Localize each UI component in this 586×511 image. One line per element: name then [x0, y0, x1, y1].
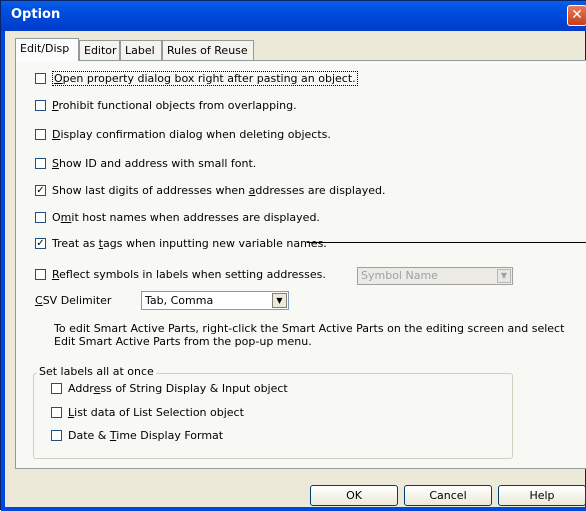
- option-label: Address of String Display & Input object: [68, 381, 288, 395]
- tab-label: Edit/Disp: [20, 42, 70, 55]
- close-icon[interactable]: ✕: [567, 5, 586, 26]
- tab-label: Rules of Reuse: [167, 44, 248, 57]
- window-frame-left: [1, 31, 5, 511]
- tab-label[interactable]: Label: [120, 40, 162, 60]
- option-label: Omit host names when addresses are displ…: [52, 210, 320, 224]
- group-option-address[interactable]: Address of String Display & Input object: [51, 380, 288, 396]
- title-bar[interactable]: Option ✕: [1, 1, 586, 31]
- ok-button[interactable]: OK: [310, 485, 398, 506]
- option-prohibit-overlap[interactable]: Prohibit functional objects from overlap…: [35, 97, 297, 113]
- csv-delimiter-select[interactable]: Tab, Comma ▼: [141, 291, 289, 310]
- select-value: Tab, Comma: [145, 294, 214, 307]
- callout-line: [307, 242, 586, 243]
- option-label: Show last digits of addresses when addre…: [52, 183, 386, 197]
- checkbox[interactable]: [51, 406, 62, 418]
- checkbox[interactable]: [35, 157, 46, 169]
- help-button[interactable]: Help: [498, 485, 586, 506]
- chevron-down-icon[interactable]: ▼: [272, 293, 287, 308]
- option-label: Open property dialog box right after pas…: [52, 70, 358, 86]
- tab-editor[interactable]: Editor: [79, 40, 120, 60]
- checkbox[interactable]: [35, 128, 46, 140]
- checkbox[interactable]: [35, 211, 46, 223]
- info-text: To edit Smart Active Parts, right-click …: [54, 322, 574, 348]
- option-label: Treat as tags when inputting new variabl…: [52, 236, 327, 250]
- option-label: Display confirmation dialog when deletin…: [52, 127, 331, 141]
- option-open-property-dialog[interactable]: Open property dialog box right after pas…: [35, 70, 358, 86]
- option-show-last-digits[interactable]: ✓ Show last digits of addresses when add…: [35, 182, 385, 198]
- tab-label-text: Label: [125, 44, 155, 57]
- csv-delimiter-label: CSV Delimiter: [35, 294, 112, 307]
- option-reflect-symbols[interactable]: Reflect symbols in labels when setting a…: [35, 266, 326, 282]
- window-title: Option: [11, 7, 61, 22]
- option-dialog: Option ✕ Edit/Disp Editor Label Rules of…: [0, 0, 586, 511]
- option-label: Prohibit functional objects from overlap…: [52, 98, 297, 112]
- info-line-1: To edit Smart Active Parts, right-click …: [54, 322, 565, 335]
- tab-rules-of-reuse[interactable]: Rules of Reuse: [162, 40, 254, 60]
- option-label: Reflect symbols in labels when setting a…: [52, 267, 326, 281]
- checkbox[interactable]: [35, 72, 46, 84]
- select-value: Symbol Name: [361, 269, 438, 282]
- tab-label: Editor: [84, 44, 117, 57]
- group-option-date-time[interactable]: Date & Time Display Format: [51, 427, 223, 443]
- option-treat-as-tags[interactable]: ✓ Treat as tags when inputting new varia…: [35, 235, 327, 251]
- checkbox-checked[interactable]: ✓: [35, 237, 46, 249]
- option-confirm-delete[interactable]: Display confirmation dialog when deletin…: [35, 126, 331, 142]
- cancel-button[interactable]: Cancel: [404, 485, 492, 506]
- group-option-list-data[interactable]: List data of List Selection object: [51, 404, 244, 420]
- option-label: Show ID and address with small font.: [52, 156, 257, 170]
- option-label: Date & Time Display Format: [68, 428, 224, 442]
- checkbox[interactable]: [35, 268, 46, 280]
- checkbox[interactable]: [35, 99, 46, 111]
- option-label: List data of List Selection object: [68, 405, 244, 419]
- tab-edit-disp[interactable]: Edit/Disp: [15, 38, 79, 61]
- checkbox[interactable]: [51, 382, 62, 394]
- group-title: Set labels all at once: [37, 365, 156, 378]
- option-small-font[interactable]: Show ID and address with small font.: [35, 155, 256, 171]
- option-omit-host-names[interactable]: Omit host names when addresses are displ…: [35, 209, 320, 225]
- checkbox[interactable]: [51, 429, 62, 441]
- window-frame-bottom: [1, 507, 586, 511]
- checkbox-checked[interactable]: ✓: [35, 184, 46, 196]
- info-line-2: Edit Smart Active Parts from the pop-up …: [54, 335, 312, 348]
- chevron-down-icon: ▼: [497, 269, 511, 283]
- symbol-name-select: Symbol Name ▼: [357, 267, 513, 285]
